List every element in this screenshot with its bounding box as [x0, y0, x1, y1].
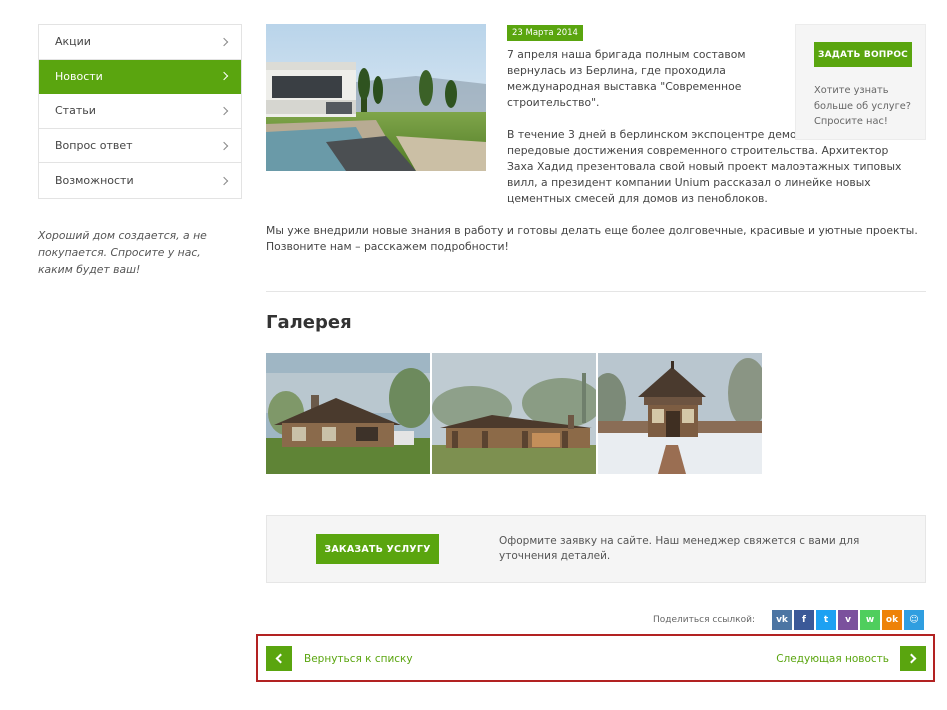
chevron-right-icon [219, 141, 229, 150]
vk-icon[interactable]: vk [772, 610, 792, 630]
back-to-list-link[interactable]: Вернуться к списку [304, 653, 413, 665]
ask-question-button[interactable]: ЗАДАТЬ ВОПРОС [814, 42, 912, 67]
share-label: Поделиться ссылкой: [653, 615, 755, 625]
sidebar-item-promotions[interactable]: Акции [39, 25, 241, 60]
sidebar-slogan: Хороший дом создается, а не покупается. … [38, 228, 207, 276]
facebook-icon[interactable]: f [794, 610, 814, 630]
sidebar-item-faq[interactable]: Вопрос ответ [39, 128, 241, 164]
sidebar: Акции Новости Статьи Вопрос ответ Возмож… [38, 24, 242, 278]
gallery-image[interactable] [432, 353, 596, 474]
article-intro: 7 апреля наша бригада полным составом ве… [507, 48, 746, 109]
sidebar-menu: Акции Новости Статьи Вопрос ответ Возмож… [38, 24, 242, 199]
ask-question-box: ЗАДАТЬ ВОПРОС Хотите узнать больше об ус… [795, 24, 926, 140]
arrow-left-icon [275, 653, 286, 664]
date-badge: 23 Марта 2014 [507, 25, 583, 41]
article-navigation: Вернуться к списку Следующая новость [256, 634, 935, 682]
gallery-image[interactable] [266, 353, 430, 474]
chevron-right-icon [219, 106, 229, 116]
order-service-box: ЗАКАЗАТЬ УСЛУГУ Оформите заявку на сайте… [266, 515, 926, 583]
sidebar-item-news[interactable]: Новости [39, 59, 241, 95]
sidebar-item-label: Статьи [55, 104, 96, 118]
sidebar-item-label: Новости [55, 69, 103, 83]
article-paragraph: Мы уже внедрили новые знания в работу и … [266, 224, 918, 253]
back-arrow-button[interactable] [266, 646, 292, 671]
chevron-right-icon [219, 176, 229, 185]
gallery [266, 353, 762, 474]
order-service-text: Оформите заявку на сайте. Наш менеджер с… [499, 535, 860, 562]
sidebar-item-articles[interactable]: Статьи [39, 94, 241, 129]
next-arrow-button[interactable] [900, 646, 926, 671]
ask-question-text: Хотите узнать больше об услуге? Спросите… [814, 85, 911, 127]
odnoklassniki-icon[interactable]: ok [882, 610, 902, 630]
sidebar-item-features[interactable]: Возможности [39, 163, 241, 198]
share-buttons: vk f t v w ok ☺ [772, 610, 924, 630]
next-news-link[interactable]: Следующая новость [776, 653, 889, 665]
gallery-image[interactable] [598, 353, 762, 474]
sidebar-item-label: Возможности [55, 174, 134, 188]
arrow-right-icon [906, 653, 917, 664]
order-service-button[interactable]: ЗАКАЗАТЬ УСЛУГУ [316, 534, 439, 564]
divider [266, 291, 926, 292]
whatsapp-icon[interactable]: w [860, 610, 880, 630]
article-image [266, 24, 486, 171]
chevron-right-icon [219, 72, 229, 81]
sidebar-item-label: Вопрос ответ [55, 139, 133, 153]
moimir-icon[interactable]: ☺ [904, 610, 924, 630]
sidebar-item-label: Акции [55, 35, 91, 49]
viber-icon[interactable]: v [838, 610, 858, 630]
twitter-icon[interactable]: t [816, 610, 836, 630]
chevron-right-icon [219, 37, 229, 47]
gallery-title: Галерея [266, 312, 352, 333]
